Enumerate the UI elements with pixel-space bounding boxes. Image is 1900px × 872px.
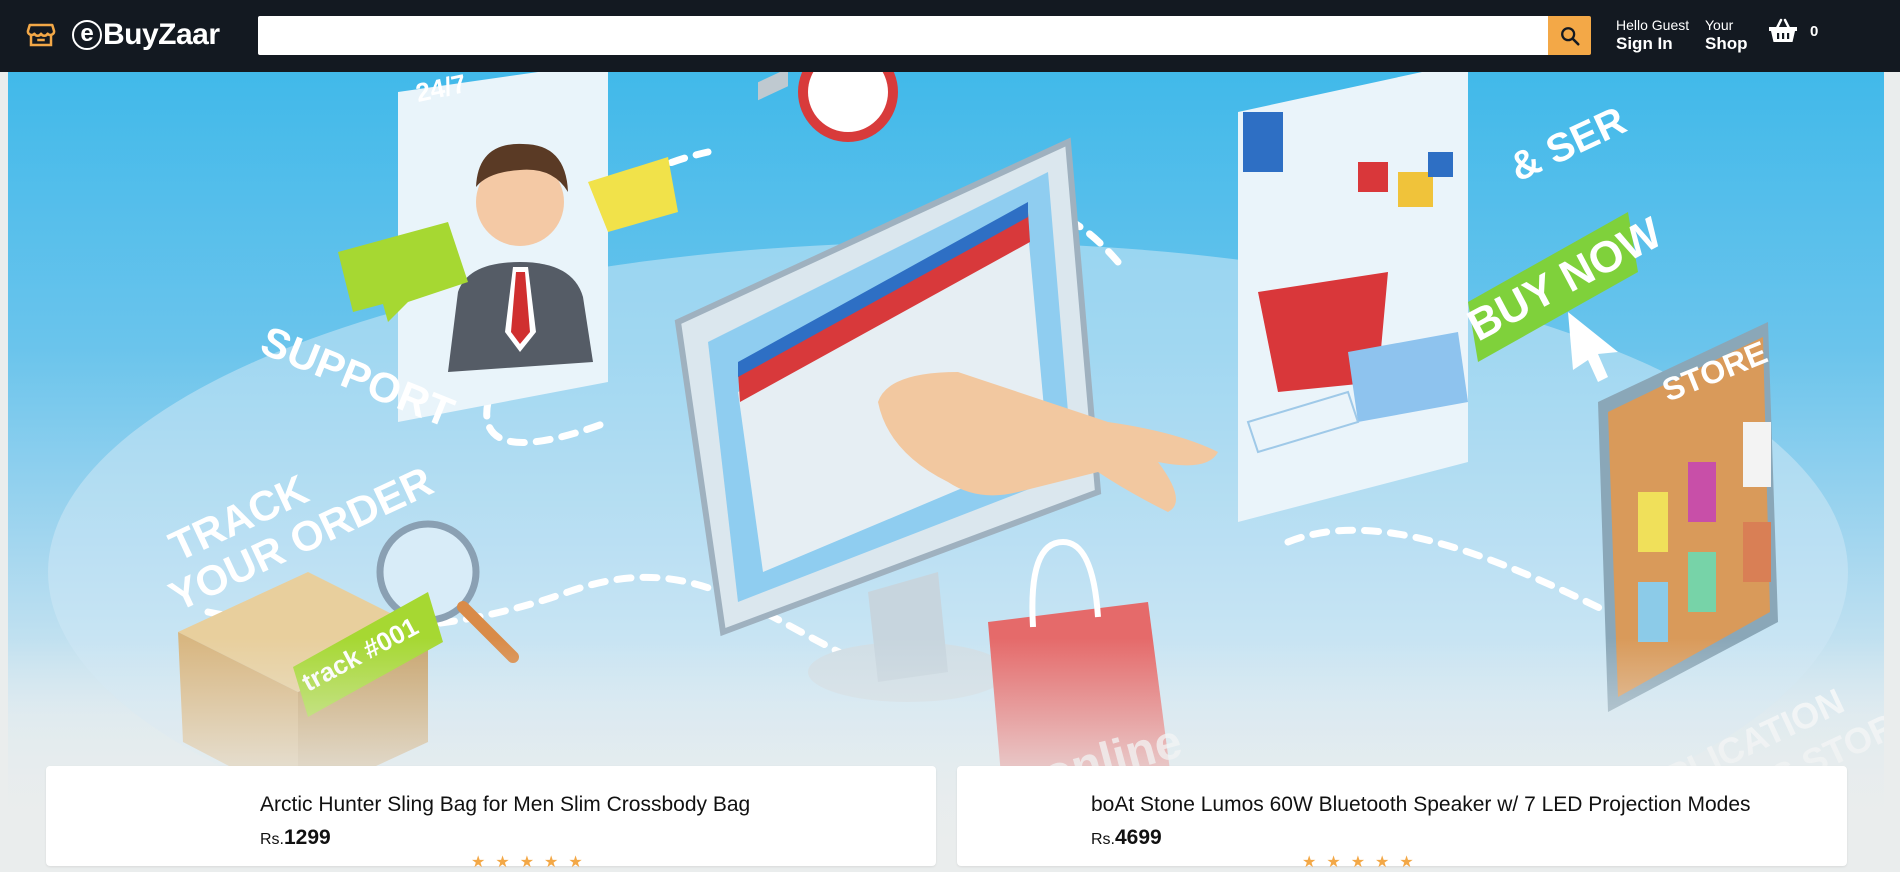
shop-link[interactable]: Shop [1705, 33, 1748, 55]
brand-logo[interactable]: e BuyZaar [26, 18, 220, 52]
hero-banner: 24/7 SUPPORT online store [8, 72, 1884, 858]
product-card[interactable]: Arctic Hunter Sling Bag for Men Slim Cro… [46, 766, 936, 871]
search-button[interactable] [1548, 16, 1591, 55]
basket-count: 0 [1810, 22, 1819, 40]
basket-button[interactable]: 0 [1768, 18, 1818, 44]
star-rating: ★★★★★ [471, 854, 593, 871]
search-icon [1560, 26, 1580, 46]
product-title[interactable]: boAt Stone Lumos 60W Bluetooth Speaker w… [1091, 793, 1751, 817]
price-currency: Rs. [260, 831, 284, 848]
storefront-icon [26, 23, 56, 47]
your-label: Your [1705, 17, 1734, 33]
product-price: Rs.4699 [1091, 826, 1162, 850]
shopping-basket-icon [1769, 18, 1797, 42]
star-rating: ★★★★★ [1302, 854, 1424, 871]
greeting-text: Hello Guest [1616, 17, 1690, 33]
search-bar [258, 16, 1591, 55]
sign-in-link[interactable]: Sign In [1616, 33, 1689, 55]
brand-letter-badge: e [72, 20, 102, 50]
svg-text:BUY NOW: BUY NOW [1460, 208, 1670, 351]
search-input[interactable] [258, 16, 1548, 55]
brand-name: BuyZaar [103, 18, 220, 51]
your-shop-option[interactable]: Your Shop [1705, 17, 1748, 55]
price-amount: 1299 [284, 826, 331, 849]
sign-in-option[interactable]: Hello Guest Sign In [1616, 17, 1689, 55]
top-nav-bar: e BuyZaar Hello Guest Sign In Your Shop … [0, 0, 1900, 72]
product-price: Rs.1299 [260, 826, 331, 850]
product-card[interactable]: boAt Stone Lumos 60W Bluetooth Speaker w… [957, 766, 1847, 871]
product-title[interactable]: Arctic Hunter Sling Bag for Men Slim Cro… [260, 793, 750, 817]
price-currency: Rs. [1091, 831, 1115, 848]
price-amount: 4699 [1115, 826, 1162, 849]
svg-text:& SER: & SER [1503, 99, 1632, 191]
